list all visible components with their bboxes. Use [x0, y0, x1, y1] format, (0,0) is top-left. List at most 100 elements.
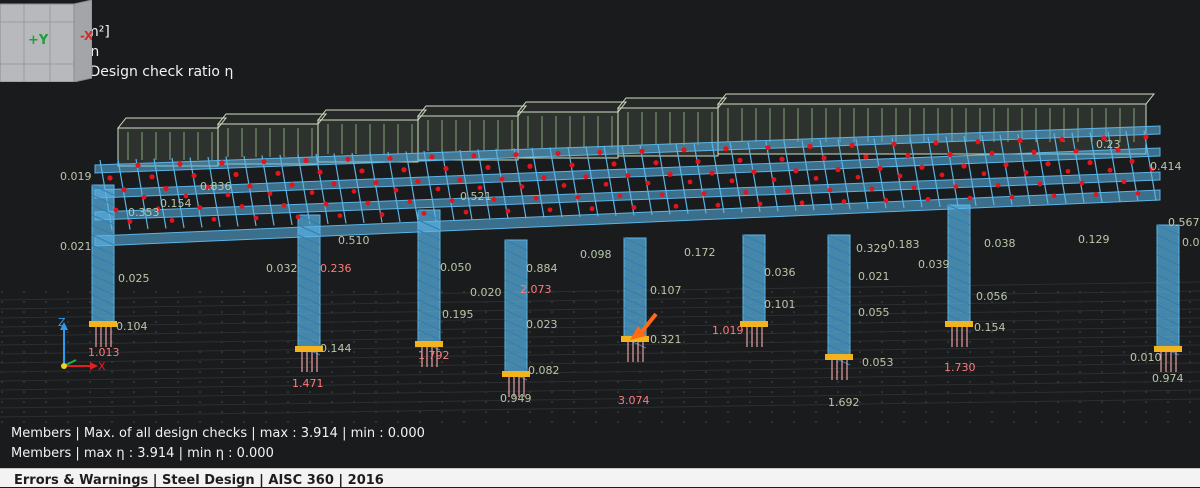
node-marker — [415, 178, 421, 184]
node-marker — [1031, 149, 1037, 155]
node-marker — [1143, 134, 1149, 140]
axis-z-label: Z — [58, 316, 66, 329]
node-marker — [247, 183, 253, 189]
node-marker — [757, 201, 763, 207]
node-marker — [191, 173, 197, 179]
node-marker — [673, 203, 679, 209]
node-marker — [491, 197, 497, 202]
load-area-top — [616, 97, 728, 109]
node-marker — [807, 143, 813, 150]
node-marker — [163, 185, 169, 192]
node-marker — [821, 155, 827, 161]
column-support — [502, 371, 530, 377]
node-marker — [289, 182, 295, 188]
roof-diagonal — [441, 150, 455, 221]
ratio-label: 0.036 — [764, 266, 796, 279]
node-marker — [659, 192, 665, 198]
ratio-label: 0.154 — [160, 197, 192, 210]
node-marker — [463, 209, 469, 215]
node-marker — [799, 200, 805, 206]
node-marker — [513, 152, 519, 158]
node-marker — [897, 173, 903, 179]
node-marker — [443, 165, 449, 172]
node-marker — [1009, 194, 1015, 200]
node-marker — [583, 174, 589, 180]
node-marker — [421, 210, 427, 216]
node-marker — [715, 202, 721, 208]
node-marker — [337, 213, 343, 219]
ratio-label: 0.195 — [442, 308, 474, 321]
node-marker — [729, 178, 735, 184]
ratio-label: 0.510 — [338, 234, 370, 247]
load-area-top — [716, 93, 1156, 105]
node-marker — [841, 199, 847, 205]
node-marker — [751, 169, 757, 175]
node-marker — [723, 146, 729, 152]
ratio-label: 0.836 — [200, 180, 232, 193]
node-marker — [533, 195, 539, 201]
node-marker — [449, 198, 455, 203]
node-marker — [667, 171, 673, 177]
node-marker — [743, 189, 749, 195]
ratio-label: 0.050 — [440, 261, 472, 274]
ratio-label: 0.025 — [118, 272, 150, 285]
view-cube-x[interactable]: -X — [80, 29, 92, 43]
errors-warnings-panel[interactable]: Errors & Warnings | Steel Design | AISC … — [0, 468, 1200, 488]
axis-x-label: X — [98, 360, 106, 373]
load-area-top — [416, 105, 528, 117]
ratio-label: 0.019 — [60, 170, 92, 183]
node-marker — [737, 157, 743, 163]
node-marker — [527, 163, 533, 169]
node-marker — [925, 196, 931, 202]
node-marker — [239, 204, 245, 209]
node-marker — [575, 194, 581, 200]
node-marker — [905, 153, 911, 159]
node-marker — [1065, 168, 1071, 174]
node-marker — [1079, 180, 1085, 186]
ratio-label: 0.329 — [856, 242, 888, 255]
ratio-label: 0.183 — [888, 238, 920, 251]
node-marker — [911, 185, 917, 191]
view-cube-plus-y[interactable]: +Y — [28, 33, 49, 48]
node-marker — [359, 168, 365, 174]
ratio-label: 0.949 — [500, 392, 532, 405]
node-marker — [1073, 148, 1079, 154]
node-marker — [1093, 192, 1099, 197]
node-marker — [1045, 161, 1051, 167]
ratio-label: 0.521 — [460, 190, 492, 203]
node-marker — [1135, 190, 1141, 196]
ratio-label: 0.172 — [684, 246, 716, 259]
column-support — [740, 321, 768, 327]
node-marker — [995, 182, 1001, 188]
node-marker — [149, 174, 155, 180]
node-marker — [603, 181, 609, 187]
node-marker — [785, 188, 791, 194]
node-marker — [611, 161, 617, 167]
node-marker — [435, 186, 441, 192]
node-marker — [379, 212, 385, 217]
node-marker — [309, 190, 315, 195]
ratio-label: 0.321 — [650, 333, 682, 346]
ratio-label-failed: 3.074 — [618, 394, 650, 407]
ratio-label-failed: 1.019 — [712, 324, 744, 337]
node-marker — [303, 157, 309, 164]
node-marker — [919, 164, 925, 170]
node-marker — [597, 149, 603, 155]
node-marker — [295, 214, 301, 220]
node-marker — [555, 150, 561, 157]
3d-viewport[interactable]: 0.019 0.353 0.154 0.021 0.025 0.104 0.032 0.510… — [0, 0, 1200, 468]
node-marker — [631, 205, 637, 210]
node-marker — [967, 195, 973, 201]
ratio-label: 0.098 — [580, 248, 612, 261]
ratio-label: 0.154 — [974, 321, 1006, 334]
node-marker — [1087, 159, 1093, 166]
node-marker — [1023, 170, 1029, 175]
ratio-label: 0.23 — [1096, 138, 1121, 151]
column-support — [945, 321, 973, 327]
node-marker — [779, 156, 785, 162]
ratio-label: 0.023 — [526, 318, 558, 331]
ratio-label: 0.884 — [526, 262, 558, 275]
view-cube[interactable]: +Y -X — [0, 0, 92, 82]
node-marker — [519, 184, 525, 190]
node-marker — [1003, 162, 1009, 168]
